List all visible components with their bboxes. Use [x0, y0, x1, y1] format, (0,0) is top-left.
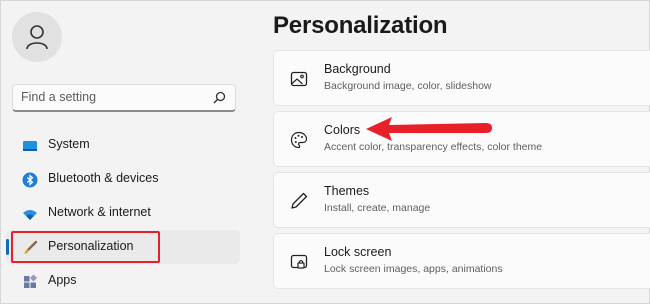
card-title: Background: [324, 62, 391, 76]
card-lock-screen[interactable]: Lock screen Lock screen images, apps, an…: [273, 233, 650, 289]
card-title: Themes: [324, 184, 370, 198]
sidebar-item-label: Bluetooth & devices: [48, 171, 159, 185]
monitor-icon: [23, 141, 37, 151]
image-icon: [290, 71, 308, 87]
bluetooth-icon: [22, 172, 38, 188]
card-subtitle: Lock screen images, apps, animations: [324, 263, 503, 275]
wifi-icon: [23, 210, 37, 220]
sidebar-item-system[interactable]: System: [6, 128, 240, 162]
sidebar-item-apps[interactable]: Apps: [6, 264, 240, 298]
avatar[interactable]: [12, 12, 62, 62]
pen-icon: [291, 192, 308, 209]
sidebar-item-label: System: [48, 137, 90, 151]
lock-screen-icon: [290, 254, 308, 269]
search-box[interactable]: [12, 84, 236, 112]
sidebar-item-network[interactable]: Network & internet: [6, 196, 240, 230]
card-title: Lock screen: [324, 245, 392, 259]
card-subtitle: Install, create, manage: [324, 202, 431, 214]
sidebar-item-label: Apps: [48, 273, 77, 287]
highlight-box: [11, 231, 160, 263]
card-title: Colors: [324, 123, 361, 137]
sidebar-item-label: Network & internet: [48, 205, 151, 219]
search-input[interactable]: [21, 90, 211, 104]
apps-icon: [24, 274, 38, 288]
card-background[interactable]: Background Background image, color, slid…: [273, 50, 650, 106]
active-indicator: [6, 239, 9, 255]
sidebar-item-bluetooth[interactable]: Bluetooth & devices: [6, 162, 240, 196]
user-icon: [26, 25, 48, 50]
page-title: Personalization: [273, 12, 448, 39]
annotation-arrow: [366, 117, 492, 141]
card-themes[interactable]: Themes Install, create, manage: [273, 172, 650, 228]
palette-icon: [290, 131, 308, 149]
search-icon[interactable]: [213, 91, 226, 104]
card-subtitle: Background image, color, slideshow: [324, 80, 492, 92]
